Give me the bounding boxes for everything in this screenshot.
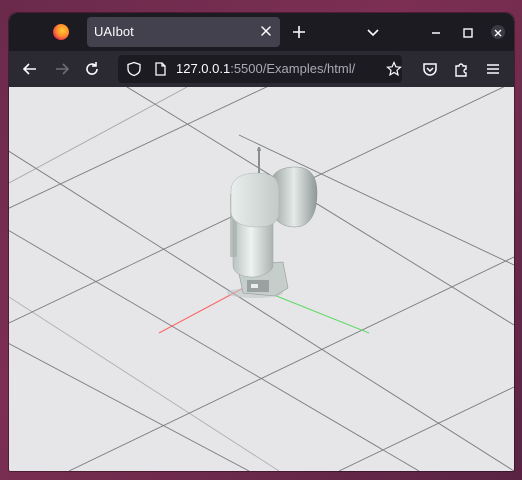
url-host: 127.0.0.1: [176, 61, 231, 76]
plus-icon[interactable]: [291, 24, 307, 40]
pocket-icon[interactable]: [421, 60, 439, 78]
page-icon[interactable]: [152, 61, 168, 77]
3d-scene-canvas[interactable]: [9, 87, 514, 471]
tab-uaibot[interactable]: UAIbot: [87, 17, 280, 47]
close-icon[interactable]: [491, 25, 505, 39]
close-icon[interactable]: [258, 23, 274, 39]
url-path: :5500/Examples/html/: [230, 61, 356, 76]
robot-arm[interactable]: [227, 147, 318, 298]
tab-bar: UAIbot: [9, 13, 514, 51]
browser-window: UAIbot 127.0.0.1:5500/Examples/html/: [9, 13, 514, 471]
reload-icon[interactable]: [83, 60, 101, 78]
navigation-toolbar: 127.0.0.1:5500/Examples/html/: [9, 51, 514, 87]
arrow-right-icon[interactable]: [53, 60, 71, 78]
chevron-down-icon[interactable]: [365, 24, 381, 40]
star-icon[interactable]: [386, 61, 402, 77]
minimize-icon[interactable]: [429, 25, 443, 39]
shield-icon[interactable]: [126, 61, 142, 77]
arrow-left-icon[interactable]: [21, 60, 39, 78]
hamburger-icon[interactable]: [484, 60, 502, 78]
tab-title: UAIbot: [94, 24, 134, 39]
puzzle-icon[interactable]: [452, 60, 470, 78]
maximize-icon[interactable]: [461, 25, 475, 39]
firefox-logo-icon[interactable]: [53, 24, 69, 40]
url-text[interactable]: 127.0.0.1:5500/Examples/html/: [176, 61, 376, 76]
scene-svg: [9, 87, 514, 471]
url-bar[interactable]: 127.0.0.1:5500/Examples/html/: [118, 55, 402, 83]
